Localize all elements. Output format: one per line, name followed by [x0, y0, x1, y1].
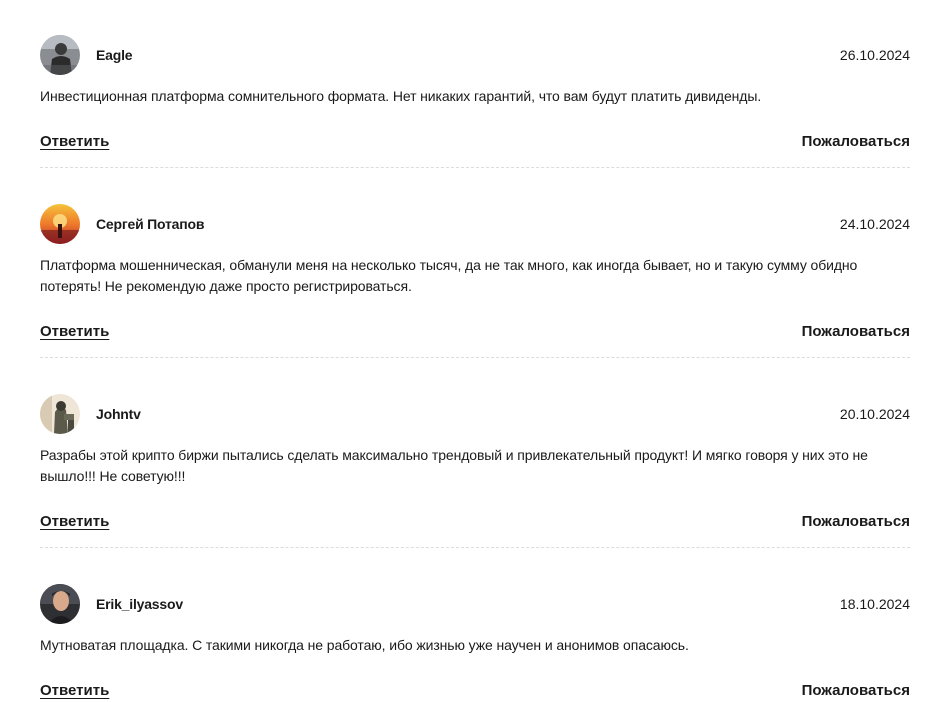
avatar[interactable]: [40, 35, 80, 75]
comment-text: Мутноватая площадка. С такими никогда не…: [40, 637, 689, 653]
reply-button[interactable]: Ответить: [40, 682, 109, 700]
reply-button[interactable]: Ответить: [40, 323, 109, 341]
avatar[interactable]: [40, 394, 80, 434]
comment-text: Инвестиционная платформа сомнительного ф…: [40, 88, 762, 104]
divider: [40, 547, 910, 548]
comment-text: Платформа мошенническая, обманули меня н…: [40, 257, 858, 294]
reply-button[interactable]: Ответить: [40, 513, 109, 531]
comment-header: Eagle 26.10.2024: [40, 35, 910, 75]
comment-header: Erik_ilyassov 18.10.2024: [40, 584, 910, 624]
comment-author: Johntv: [96, 406, 141, 422]
reply-button[interactable]: Ответить: [40, 133, 109, 151]
report-button[interactable]: Пожаловаться: [802, 513, 910, 531]
report-button[interactable]: Пожаловаться: [802, 682, 910, 700]
comment-header: Сергей Потапов 24.10.2024: [40, 204, 910, 244]
comment-text: Разрабы этой крипто биржи пытались сдела…: [40, 447, 868, 484]
comment-date: 26.10.2024: [839, 47, 910, 63]
comment-author: Erik_ilyassov: [96, 596, 183, 612]
avatar[interactable]: [40, 204, 80, 244]
divider: [40, 167, 910, 168]
avatar[interactable]: [40, 584, 80, 624]
comment-date: 18.10.2024: [839, 596, 910, 612]
report-button[interactable]: Пожаловаться: [802, 133, 910, 151]
comment-author: Сергей Потапов: [96, 216, 205, 232]
divider: [40, 357, 910, 358]
comment-date: 20.10.2024: [839, 406, 910, 422]
comment-date: 24.10.2024: [839, 216, 910, 232]
report-button[interactable]: Пожаловаться: [802, 323, 910, 341]
comment-author: Eagle: [96, 47, 133, 63]
comment-header: Johntv 20.10.2024: [40, 394, 910, 434]
